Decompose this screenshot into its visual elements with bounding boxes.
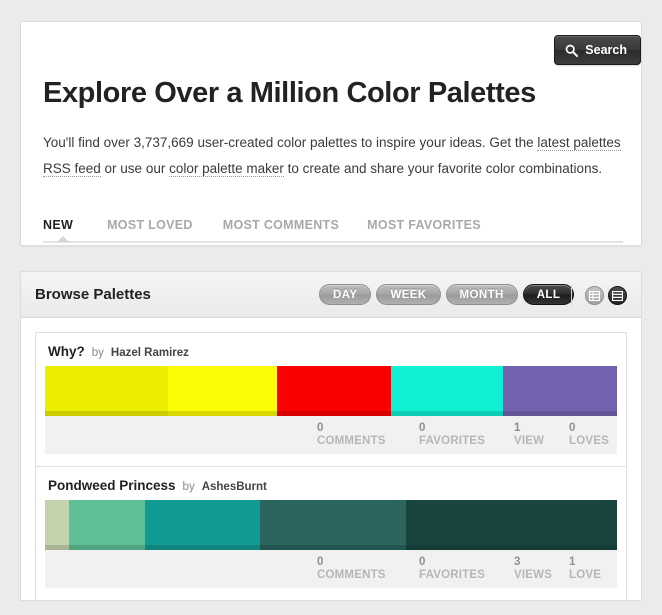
- browse-panel: Browse Palettes DAY WEEK MONTH ALL: [20, 271, 642, 601]
- list-view-icon[interactable]: [608, 286, 627, 305]
- stat-value: 1: [569, 556, 601, 569]
- stat-value: 0: [419, 422, 485, 435]
- palette-author[interactable]: AshesBurnt: [202, 481, 267, 493]
- filter-all[interactable]: ALL: [523, 284, 575, 305]
- color-swatch[interactable]: [391, 366, 503, 416]
- color-swatch[interactable]: [260, 500, 406, 550]
- page-root: Search Explore Over a Million Color Pale…: [0, 0, 662, 615]
- stat-label: VIEWS: [514, 569, 552, 582]
- palette-card: Why? by Hazel Ramirez 0 COMMENTS: [35, 332, 627, 467]
- color-swatch[interactable]: [45, 500, 69, 550]
- palette-name[interactable]: Why?: [48, 344, 85, 359]
- stat-favorites: 0 FAVORITES: [419, 556, 485, 582]
- filter-day[interactable]: DAY: [319, 284, 371, 305]
- color-swatch[interactable]: [503, 366, 617, 416]
- browse-header: Browse Palettes DAY WEEK MONTH ALL: [21, 272, 641, 318]
- stat-value: 0: [317, 556, 386, 569]
- stat-label: LOVES: [569, 435, 609, 448]
- tab-most-loved[interactable]: MOST LOVED: [107, 218, 193, 232]
- palette-header: Why? by Hazel Ramirez: [36, 333, 626, 366]
- stat-favorites: 0 FAVORITES: [419, 422, 485, 448]
- search-button-label: Search: [585, 43, 627, 57]
- palette-swatches[interactable]: [45, 366, 617, 416]
- stat-value: 3: [514, 556, 552, 569]
- color-palette-maker-link[interactable]: color palette maker: [169, 161, 284, 177]
- hero-description: You'll find over 3,737,669 user-created …: [43, 130, 623, 182]
- tab-new[interactable]: NEW: [43, 218, 73, 232]
- hero-inner: Search Explore Over a Million Color Pale…: [21, 22, 641, 245]
- view-toggle-group: [571, 285, 627, 306]
- palette-by-label: by: [183, 481, 195, 493]
- stat-value: 0: [569, 422, 609, 435]
- filter-week[interactable]: WEEK: [376, 284, 440, 305]
- palette-list: Why? by Hazel Ramirez 0 COMMENTS: [21, 332, 641, 601]
- palette-by-label: by: [92, 347, 104, 359]
- color-swatch[interactable]: [277, 366, 391, 416]
- stat-loves: 0 LOVES: [569, 422, 609, 448]
- color-swatch[interactable]: [168, 366, 277, 416]
- tab-most-comments[interactable]: MOST COMMENTS: [223, 218, 339, 232]
- palette-stats: 0 COMMENTS 0 FAVORITES 1 VIEW 0 LOVES: [45, 416, 617, 454]
- stat-loves: 1 LOVE: [569, 556, 601, 582]
- desc-text-3: to create and share your favorite color …: [284, 161, 602, 176]
- sort-tabs: NEW MOST LOVED MOST COMMENTS MOST FAVORI…: [43, 218, 623, 243]
- stat-label: FAVORITES: [419, 569, 485, 582]
- stat-label: COMMENTS: [317, 569, 386, 582]
- tab-most-favorites[interactable]: MOST FAVORITES: [367, 218, 481, 232]
- palette-swatches[interactable]: [45, 500, 617, 550]
- stat-value: 1: [514, 422, 544, 435]
- stat-comments: 0 COMMENTS: [317, 422, 386, 448]
- color-swatch[interactable]: [145, 500, 261, 550]
- palette-name[interactable]: Pondweed Princess: [48, 478, 176, 493]
- stat-comments: 0 COMMENTS: [317, 556, 386, 582]
- stat-label: FAVORITES: [419, 435, 485, 448]
- page-title: Explore Over a Million Color Palettes: [43, 77, 536, 110]
- palette-header: Pondweed Princess by AshesBurnt: [36, 467, 626, 500]
- palette-card: Pondweed Princess by AshesBurnt 0 COMMEN…: [35, 467, 627, 601]
- stat-views: 1 VIEW: [514, 422, 544, 448]
- desc-text-1: You'll find over 3,737,669 user-created …: [43, 135, 537, 150]
- palette-stats: 0 COMMENTS 0 FAVORITES 3 VIEWS 1 LOVE: [45, 550, 617, 588]
- color-swatch[interactable]: [45, 366, 168, 416]
- stat-value: 0: [419, 556, 485, 569]
- search-button[interactable]: Search: [554, 35, 641, 65]
- active-tab-pointer-icon: [57, 236, 69, 242]
- stat-value: 0: [317, 422, 386, 435]
- time-filter-group: DAY WEEK MONTH ALL: [319, 284, 574, 305]
- grid-view-icon[interactable]: [585, 286, 604, 305]
- desc-text-2: or use our: [101, 161, 169, 176]
- color-swatch[interactable]: [406, 500, 616, 550]
- browse-title: Browse Palettes: [35, 286, 151, 303]
- stat-label: COMMENTS: [317, 435, 386, 448]
- stat-label: VIEW: [514, 435, 544, 448]
- stat-views: 3 VIEWS: [514, 556, 552, 582]
- color-swatch[interactable]: [69, 500, 145, 550]
- search-icon: [565, 44, 578, 57]
- stat-label: LOVE: [569, 569, 601, 582]
- palette-author[interactable]: Hazel Ramirez: [111, 347, 189, 359]
- filter-month[interactable]: MONTH: [446, 284, 518, 305]
- hero-card: Search Explore Over a Million Color Pale…: [20, 21, 642, 246]
